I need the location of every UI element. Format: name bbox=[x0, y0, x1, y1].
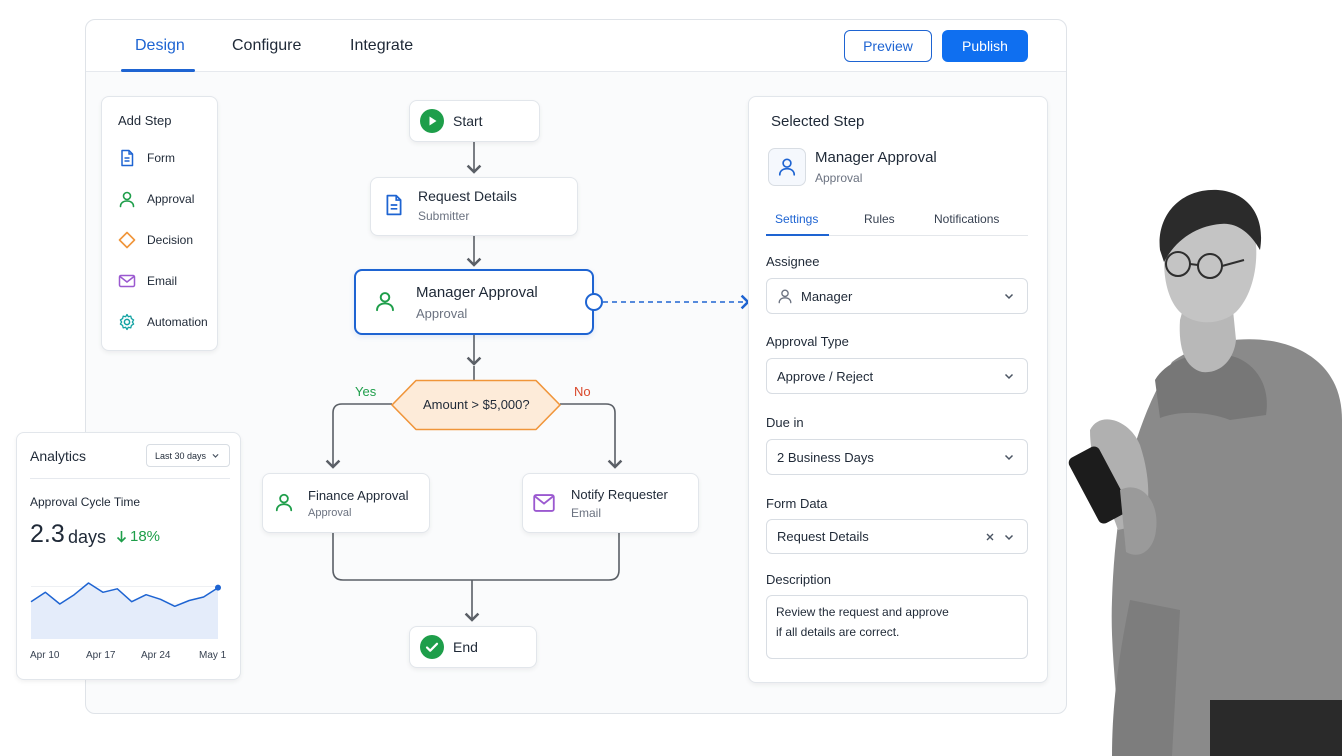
step-subtitle: Approval bbox=[815, 171, 863, 185]
clear-icon[interactable] bbox=[985, 532, 995, 542]
chevron-down-icon bbox=[212, 453, 219, 458]
document-icon bbox=[386, 194, 402, 216]
x-tick-label: Apr 17 bbox=[86, 650, 116, 661]
arrow-down-icon bbox=[116, 531, 127, 543]
due-in-value: 2 Business Days bbox=[777, 449, 874, 465]
metric-unit: days bbox=[68, 527, 107, 547]
analytics-title: Analytics bbox=[30, 448, 87, 464]
no-branch-label: No bbox=[574, 384, 591, 399]
node-subtitle: Email bbox=[571, 506, 602, 520]
chevron-down-icon bbox=[1004, 293, 1014, 300]
due-in-label: Due in bbox=[766, 415, 804, 430]
approval-type-value: Approve / Reject bbox=[777, 368, 874, 384]
analytics-divider bbox=[30, 478, 230, 479]
user-icon bbox=[275, 493, 293, 512]
panel-active-tab-indicator bbox=[766, 234, 829, 236]
x-tick-label: Apr 10 bbox=[30, 650, 60, 661]
node-title: Request Details bbox=[418, 188, 517, 204]
node-title: Manager Approval bbox=[416, 284, 538, 301]
assignee-label: Assignee bbox=[766, 254, 820, 269]
approval-type-label: Approval Type bbox=[766, 334, 849, 349]
node-title: Notify Requester bbox=[571, 487, 668, 502]
person-photo bbox=[1068, 189, 1342, 756]
user-icon bbox=[778, 289, 792, 304]
description-line: if all details are correct. bbox=[776, 625, 900, 639]
metric-change: 18% bbox=[130, 528, 161, 545]
envelope-icon bbox=[533, 494, 555, 512]
step-title: Manager Approval bbox=[815, 149, 937, 166]
assignee-select[interactable]: Manager bbox=[766, 278, 1028, 314]
date-range-select[interactable]: Last 30 days bbox=[146, 444, 230, 467]
due-in-select[interactable]: 2 Business Days bbox=[766, 439, 1028, 475]
yes-branch-label: Yes bbox=[355, 384, 377, 399]
user-icon bbox=[778, 158, 796, 176]
panel-tab-notifications[interactable]: Notifications bbox=[934, 212, 999, 226]
description-label: Description bbox=[766, 572, 832, 587]
play-icon bbox=[420, 109, 444, 133]
form-data-value: Request Details bbox=[777, 529, 869, 544]
analytics-card bbox=[16, 432, 241, 680]
metric-label: Approval Cycle Time bbox=[30, 495, 141, 509]
node-subtitle: Approval bbox=[308, 507, 352, 519]
node-subtitle: Submitter bbox=[418, 209, 470, 223]
approval-type-select[interactable]: Approve / Reject bbox=[766, 358, 1028, 394]
metric-value: 2.3 bbox=[30, 520, 65, 548]
chevron-down-icon bbox=[1004, 454, 1014, 461]
user-icon bbox=[376, 292, 394, 312]
description-line: Review the request and approve bbox=[776, 605, 949, 619]
x-tick-label: Apr 24 bbox=[141, 650, 171, 661]
assignee-value: Manager bbox=[801, 288, 853, 304]
chevron-down-icon bbox=[1004, 534, 1014, 540]
check-circle-icon bbox=[420, 635, 444, 659]
end-label: End bbox=[453, 639, 478, 655]
node-title: Finance Approval bbox=[308, 488, 409, 503]
sparkline-area bbox=[31, 583, 218, 639]
node-subtitle: Approval bbox=[416, 306, 468, 321]
sparkline-end-point bbox=[215, 584, 221, 591]
cycle-time-sparkline bbox=[30, 582, 221, 639]
form-data-select[interactable]: Request Details bbox=[766, 519, 1028, 554]
x-tick-label: May 1 bbox=[199, 650, 227, 661]
panel-tab-rules[interactable]: Rules bbox=[864, 212, 895, 226]
form-data-label: Form Data bbox=[766, 496, 828, 511]
panel-tab-settings[interactable]: Settings bbox=[775, 212, 818, 226]
start-label: Start bbox=[453, 113, 483, 129]
panel-title: Selected Step bbox=[771, 113, 865, 130]
chevron-down-icon bbox=[1004, 373, 1014, 380]
decision-label: Amount > $5,000? bbox=[423, 397, 530, 412]
date-range-value: Last 30 days bbox=[155, 450, 207, 461]
connection-handle[interactable] bbox=[585, 293, 603, 311]
